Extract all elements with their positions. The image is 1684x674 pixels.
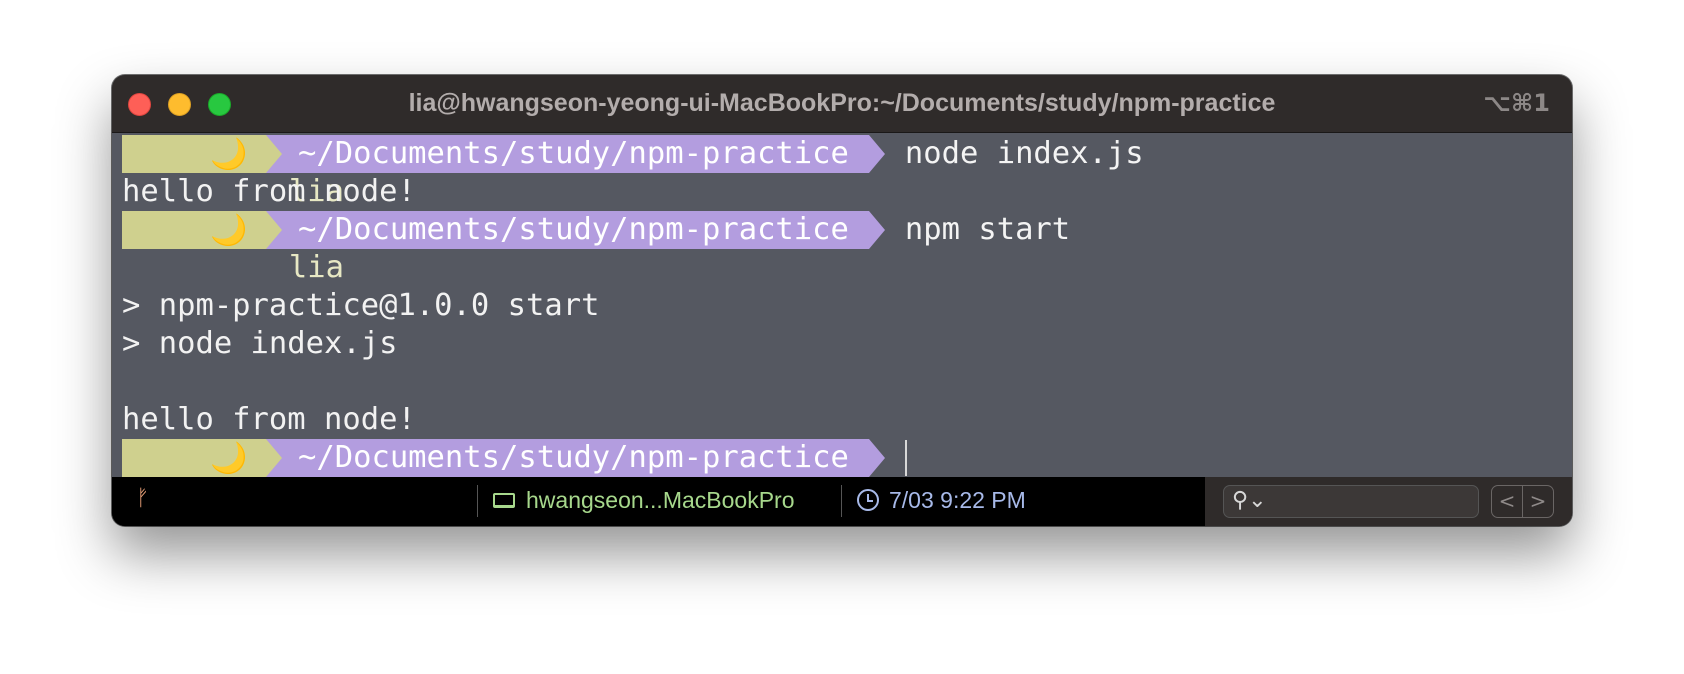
prompt-line: lia 🌙 ~/Documents/study/npm-practice nod… (122, 135, 1144, 209)
segment-separator (868, 439, 885, 477)
segment-separator (266, 211, 282, 249)
text-cursor[interactable] (904, 440, 907, 476)
laptop-icon (493, 493, 515, 508)
segment-separator (266, 439, 282, 477)
window-shortcut: ⌥⌘1 (1483, 89, 1550, 117)
prompt-user-segment: lia 🌙 (122, 211, 344, 285)
next-match-button[interactable]: > (1522, 486, 1553, 517)
prompt-user-segment: lia 🌙 (122, 135, 344, 209)
moon-icon: 🌙 (210, 441, 248, 476)
status-divider (477, 485, 478, 517)
output-line: hello from node! (122, 402, 416, 437)
output-line: hello from node! (122, 174, 416, 209)
prompt-user-segment: lia 🌙 (122, 439, 344, 513)
clock-time: 7/03 9:22 PM (889, 487, 1026, 513)
prompt-line: lia 🌙 ~/Documents/study/npm-practice (122, 439, 907, 513)
previous-match-button[interactable]: < (1492, 486, 1522, 517)
status-bar-info: ᚠ hwangseon...MacBookPro 7/03 9:22 PM (112, 477, 1205, 526)
command-text: node index.js (904, 136, 1144, 171)
hostname: hwangseon...MacBookPro (526, 487, 795, 513)
prompt-path: ~/Documents/study/npm-practice (282, 439, 869, 477)
segment-separator (868, 135, 885, 173)
window-title: lia@hwangseon-yeong-ui-MacBookPro:~/Docu… (408, 89, 1276, 117)
status-bar: ᚠ hwangseon...MacBookPro 7/03 9:22 PM ⚲⌄… (112, 477, 1572, 526)
terminal-output[interactable]: lia 🌙 ~/Documents/study/npm-practice nod… (112, 134, 1572, 513)
prompt-path: ~/Documents/study/npm-practice (282, 135, 869, 173)
title-bar[interactable]: lia@hwangseon-yeong-ui-MacBookPro:~/Docu… (112, 75, 1572, 133)
segment-separator (868, 211, 885, 249)
find-bar: ⚲⌄ < > (1205, 477, 1572, 526)
prompt-path: ~/Documents/study/npm-practice (282, 211, 869, 249)
search-navigation: < > (1491, 485, 1554, 518)
command-text: npm start (904, 212, 1071, 247)
terminal-window: lia@hwangseon-yeong-ui-MacBookPro:~/Docu… (112, 75, 1572, 526)
search-input[interactable]: ⚲⌄ (1223, 485, 1479, 518)
prompt-line: lia 🌙 ~/Documents/study/npm-practice npm… (122, 211, 1071, 285)
segment-separator (266, 135, 282, 173)
moon-icon: 🌙 (210, 213, 248, 248)
clock-icon (857, 489, 879, 511)
output-line: > node index.js (122, 326, 398, 361)
search-icon[interactable]: ⚲⌄ (1232, 488, 1267, 513)
git-branch-icon[interactable]: ᚠ (136, 486, 149, 511)
moon-icon: 🌙 (210, 137, 248, 172)
prompt-user: lia (288, 250, 344, 285)
status-divider (841, 485, 842, 517)
output-line: > npm-practice@1.0.0 start (122, 288, 600, 323)
